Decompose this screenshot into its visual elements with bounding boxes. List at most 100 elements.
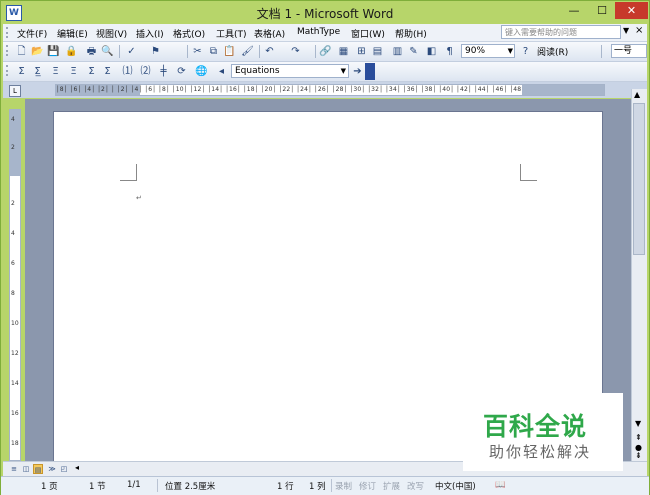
menu-edit[interactable]: 编辑(E) [57, 27, 88, 40]
title-bar: W 文档 1 - Microsoft Word — ☐ ✕ [1, 1, 649, 23]
previous-page-icon[interactable]: ⇞ [635, 433, 642, 442]
read-mode-button[interactable]: 阅读(R) [537, 45, 568, 58]
inline-eq-icon[interactable]: Ξ [49, 65, 62, 78]
scroll-left-icon[interactable]: ◂ [75, 463, 79, 472]
close-document-button[interactable]: × [635, 25, 643, 36]
ruler-mark: 10 [11, 320, 19, 327]
print-icon[interactable]: 🖶 [85, 45, 98, 58]
toolbar-options-button[interactable] [365, 63, 375, 80]
spelling-status-icon[interactable]: 📖 [495, 480, 506, 490]
chevron-down-icon[interactable]: ▼ [341, 65, 346, 77]
cut-icon[interactable]: ✂ [191, 45, 204, 58]
vertical-scrollbar[interactable]: ▲ ▼ ⇞ ● ⇟ [631, 89, 647, 461]
scroll-down-icon[interactable]: ▼ [635, 419, 641, 428]
text-boundary-corner-left [120, 164, 137, 181]
menu-file[interactable]: 文件(F) [17, 27, 47, 40]
print-preview-icon[interactable]: 🔍 [101, 45, 114, 58]
font-size-select[interactable]: 一号 [611, 44, 647, 58]
ruler-mark: 2 [11, 200, 15, 207]
display-eq-icon[interactable]: Ξ [67, 65, 80, 78]
undo-icon[interactable]: ↶ [263, 45, 276, 58]
format-painter-icon[interactable]: 🖌 [241, 45, 254, 58]
save-icon[interactable]: 💾 [47, 45, 60, 58]
sum-icon[interactable]: Σ̲ [31, 65, 44, 78]
outline-view-icon[interactable]: ≫ [47, 464, 57, 474]
help-search-input[interactable]: 键入需要帮助的问题 [501, 25, 621, 39]
equation-toggle-icon[interactable]: ◂ [215, 65, 228, 78]
menu-table[interactable]: 表格(A) [254, 27, 285, 40]
paste-icon[interactable]: 📋 [223, 45, 236, 58]
close-button[interactable]: ✕ [615, 2, 648, 19]
insert-number-icon[interactable]: ⑴ [121, 65, 134, 78]
watermark-title: 百科全说 [483, 412, 588, 441]
reading-view-icon[interactable]: ◰ [59, 464, 69, 474]
menu-format[interactable]: 格式(O) [173, 27, 205, 40]
chevron-down-icon[interactable]: ▼ [508, 45, 513, 57]
drawing-icon[interactable]: ✎ [407, 45, 420, 58]
web-view-icon[interactable]: ◫ [21, 464, 31, 474]
normal-view-icon[interactable]: ≡ [9, 464, 19, 474]
copy-icon[interactable]: ⧉ [207, 45, 220, 58]
menu-view[interactable]: 视图(V) [96, 27, 127, 40]
new-icon[interactable]: 🗋 [15, 45, 28, 58]
ruler-mark: 14 [11, 380, 19, 387]
status-section: 1 节 [89, 482, 106, 492]
scroll-up-icon[interactable]: ▲ [634, 90, 640, 99]
maximize-button[interactable]: ☐ [589, 2, 615, 19]
toolbar-separator [119, 45, 120, 58]
text-boundary-corner-right [520, 164, 537, 181]
menu-tools[interactable]: 工具(T) [216, 27, 247, 40]
horizontal-ruler[interactable]: │8│ │6│ │4│ │2│ │ │2│ │4│ │6│ │8│ │10│ │… [55, 84, 605, 96]
vertical-ruler[interactable]: 4 2 2 4 6 8 10 12 14 16 18 [9, 109, 21, 461]
zoom-select[interactable]: 90% ▼ [461, 44, 515, 58]
globe-icon[interactable]: 🌐 [195, 65, 208, 78]
scroll-thumb[interactable] [633, 103, 645, 255]
go-arrow-icon[interactable]: ➔ [351, 65, 364, 78]
status-rec[interactable]: 录制 [335, 480, 352, 492]
minimize-button[interactable]: — [561, 2, 587, 19]
standard-toolbar: 🗋 📂 💾 🔒 🖶 🔍 ✓ ⚑ ✂ ⧉ 📋 🖌 ↶ ↷ 🔗 ▦ ⊞ ▤ ▥ ✎ … [3, 42, 647, 62]
document-map-icon[interactable]: ◧ [425, 45, 438, 58]
menu-grip-handle[interactable] [6, 27, 11, 38]
menu-insert[interactable]: 插入(I) [136, 27, 164, 40]
sigma-icon[interactable]: Σ [15, 65, 28, 78]
menu-window[interactable]: 窗口(W) [351, 27, 385, 40]
ruler-mark: 4 [11, 116, 15, 123]
help-icon[interactable]: ? [519, 45, 532, 58]
research-icon[interactable]: ⚑ [149, 45, 162, 58]
permission-icon[interactable]: 🔒 [65, 45, 78, 58]
print-layout-view-icon[interactable]: ▤ [33, 464, 43, 474]
equations-select[interactable]: Equations ▼ [231, 64, 349, 78]
insert-table-icon[interactable]: ⊞ [355, 45, 368, 58]
menu-mathtype[interactable]: MathType [297, 27, 340, 37]
right-number-icon[interactable]: Σ [85, 65, 98, 78]
status-page: 1 页 [41, 482, 58, 492]
tab-selector-button[interactable]: L [9, 85, 21, 97]
status-trk[interactable]: 修订 [359, 480, 376, 492]
status-language[interactable]: 中文(中国) [435, 480, 476, 492]
insert-ref-icon[interactable]: ⑵ [139, 65, 152, 78]
ruler-mark: 2 [11, 144, 15, 151]
left-number-icon[interactable]: Σ [101, 65, 114, 78]
status-separator [331, 479, 332, 492]
ruler-mark: 6 [11, 260, 15, 267]
open-icon[interactable]: 📂 [31, 45, 44, 58]
chapter-break-icon[interactable]: ╪ [157, 65, 170, 78]
columns-icon[interactable]: ▥ [391, 45, 404, 58]
status-ovr[interactable]: 改写 [407, 480, 424, 492]
menu-help[interactable]: 帮助(H) [395, 27, 427, 40]
toolbar-separator [187, 45, 188, 58]
help-dropdown-icon[interactable]: ▼ [623, 26, 629, 35]
redo-icon[interactable]: ↷ [289, 45, 302, 58]
tables-borders-icon[interactable]: ▦ [337, 45, 350, 58]
show-hide-icon[interactable]: ¶ [443, 45, 456, 58]
status-ext[interactable]: 扩展 [383, 480, 400, 492]
next-page-icon[interactable]: ⇟ [635, 451, 642, 460]
toolbar-grip-handle[interactable] [6, 65, 11, 76]
ruler-right-margin [522, 85, 604, 95]
spelling-icon[interactable]: ✓ [125, 45, 138, 58]
hyperlink-icon[interactable]: 🔗 [319, 45, 332, 58]
update-eq-icon[interactable]: ⟳ [175, 65, 188, 78]
insert-excel-icon[interactable]: ▤ [371, 45, 384, 58]
toolbar-grip-handle[interactable] [6, 45, 11, 56]
